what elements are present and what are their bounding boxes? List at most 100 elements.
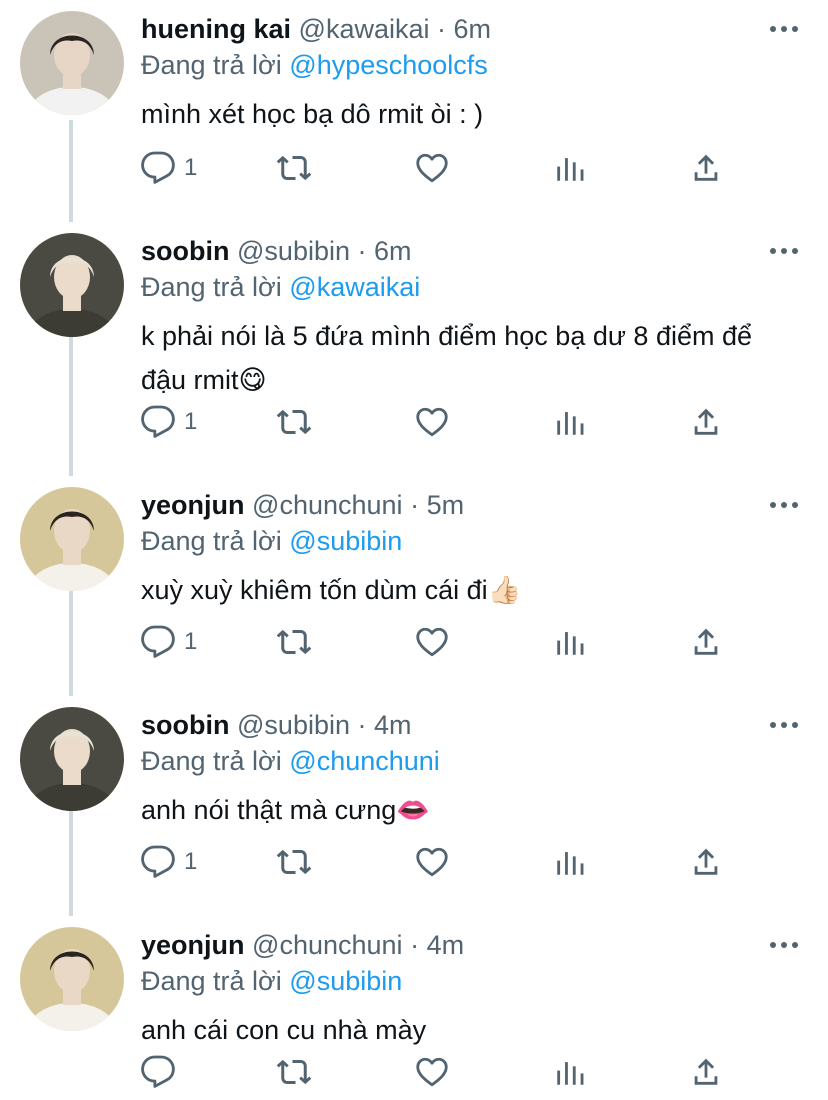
tweet-header: yeonjun @chunchuni · 5m	[141, 488, 464, 522]
display-name[interactable]: huening kai	[141, 14, 291, 44]
tweet-text-content: anh cái con cu nhà mày	[141, 1015, 427, 1045]
replying-to-label: Đang trả lời	[141, 526, 282, 556]
share-button[interactable]	[689, 842, 723, 882]
retweet-icon	[275, 1054, 313, 1090]
more-options-icon[interactable]	[770, 502, 800, 510]
separator-dot: ·	[357, 236, 367, 266]
tweet-text-content: mình xét học bạ dô rmit òi : )	[141, 99, 484, 129]
heart-icon	[414, 844, 450, 880]
reply-button[interactable]: 1	[140, 402, 197, 442]
user-handle[interactable]: @chunchuni	[252, 490, 403, 520]
retweet-button[interactable]	[275, 622, 313, 662]
tweet[interactable]: soobin @subibin · 4m Đang trả lời @chunc…	[0, 696, 828, 916]
timestamp[interactable]: 5m	[427, 490, 465, 520]
reply-icon	[140, 150, 176, 186]
like-button[interactable]	[414, 842, 450, 882]
display-name[interactable]: soobin	[141, 710, 230, 740]
replying-to-mention[interactable]: @subibin	[289, 966, 402, 996]
retweet-button[interactable]	[275, 842, 313, 882]
replying-to-mention[interactable]: @chunchuni	[289, 746, 440, 776]
replying-to: Đang trả lời @hypeschoolcfs	[141, 48, 488, 82]
more-options-icon[interactable]	[770, 722, 800, 730]
share-button[interactable]	[689, 622, 723, 662]
like-button[interactable]	[414, 148, 450, 188]
reply-button[interactable]: 1	[140, 622, 197, 662]
heart-icon	[414, 404, 450, 440]
share-button[interactable]	[689, 1052, 723, 1092]
replying-to-mention[interactable]: @kawaikai	[289, 272, 420, 302]
reply-count: 1	[184, 408, 198, 435]
tweet-text-content: k phải nói là 5 đứa mình điểm học bạ dư …	[141, 321, 753, 395]
tweet-emoji: 😋	[238, 365, 267, 396]
like-button[interactable]	[414, 622, 450, 662]
reply-button[interactable]: 1	[140, 842, 197, 882]
tweet-text-content: xuỳ xuỳ khiêm tốn dùm cái đi	[141, 575, 488, 605]
views-button[interactable]	[553, 402, 587, 442]
replying-to-mention[interactable]: @subibin	[289, 526, 402, 556]
retweet-button[interactable]	[275, 1052, 313, 1092]
display-name[interactable]: yeonjun	[141, 490, 245, 520]
avatar[interactable]	[20, 927, 124, 1031]
views-button[interactable]	[553, 1052, 587, 1092]
user-handle[interactable]: @kawaikai	[299, 14, 430, 44]
share-icon	[689, 1054, 723, 1090]
avatar[interactable]	[20, 487, 124, 591]
tweet-action-bar	[0, 1052, 828, 1092]
tweet-action-bar: 1	[0, 622, 828, 662]
replying-to-label: Đang trả lời	[141, 272, 282, 302]
reply-button[interactable]	[140, 1052, 184, 1092]
like-button[interactable]	[414, 1052, 450, 1092]
replying-to-label: Đang trả lời	[141, 746, 282, 776]
tweet[interactable]: yeonjun @chunchuni · 5m Đang trả lời @su…	[0, 476, 828, 696]
heart-icon	[414, 624, 450, 660]
tweet-action-bar: 1	[0, 402, 828, 442]
timestamp[interactable]: 4m	[427, 930, 465, 960]
more-options-icon[interactable]	[770, 26, 800, 34]
share-icon	[689, 150, 723, 186]
views-button[interactable]	[553, 622, 587, 662]
reply-count: 1	[184, 154, 198, 181]
separator-dot: ·	[410, 930, 420, 960]
bar-chart-icon	[553, 844, 587, 880]
tweet-action-bar: 1	[0, 842, 828, 882]
tweet[interactable]: huening kai @kawaikai · 6m Đang trả lời …	[0, 0, 828, 222]
replying-to: Đang trả lời @kawaikai	[141, 270, 420, 304]
tweet-header: soobin @subibin · 4m	[141, 708, 412, 742]
share-button[interactable]	[689, 402, 723, 442]
views-button[interactable]	[553, 148, 587, 188]
user-handle[interactable]: @subibin	[237, 236, 350, 266]
share-icon	[689, 844, 723, 880]
retweet-icon	[275, 624, 313, 660]
share-button[interactable]	[689, 148, 723, 188]
timestamp[interactable]: 4m	[374, 710, 412, 740]
avatar[interactable]	[20, 11, 124, 115]
replying-to-mention[interactable]: @hypeschoolcfs	[289, 50, 488, 80]
avatar[interactable]	[20, 707, 124, 811]
like-button[interactable]	[414, 402, 450, 442]
reply-icon	[140, 404, 176, 440]
separator-dot: ·	[437, 14, 447, 44]
separator-dot: ·	[410, 490, 420, 520]
display-name[interactable]: yeonjun	[141, 930, 245, 960]
replying-to: Đang trả lời @subibin	[141, 524, 402, 558]
retweet-icon	[275, 150, 313, 186]
tweet-emoji: 👍🏻	[487, 575, 522, 606]
views-button[interactable]	[553, 842, 587, 882]
reply-button[interactable]: 1	[140, 148, 197, 188]
user-handle[interactable]: @subibin	[237, 710, 350, 740]
display-name[interactable]: soobin	[141, 236, 230, 266]
user-handle[interactable]: @chunchuni	[252, 930, 403, 960]
retweet-button[interactable]	[275, 402, 313, 442]
reply-count: 1	[184, 848, 198, 875]
heart-icon	[414, 150, 450, 186]
replying-to-label: Đang trả lời	[141, 966, 282, 996]
more-options-icon[interactable]	[770, 942, 800, 950]
share-icon	[689, 404, 723, 440]
timestamp[interactable]: 6m	[374, 236, 412, 266]
tweet-text: anh nói thật mà cưng👄	[141, 788, 801, 833]
avatar[interactable]	[20, 233, 124, 337]
more-options-icon[interactable]	[770, 248, 800, 256]
retweet-button[interactable]	[275, 148, 313, 188]
timestamp[interactable]: 6m	[454, 14, 492, 44]
tweet-emoji: 👄	[396, 795, 430, 826]
